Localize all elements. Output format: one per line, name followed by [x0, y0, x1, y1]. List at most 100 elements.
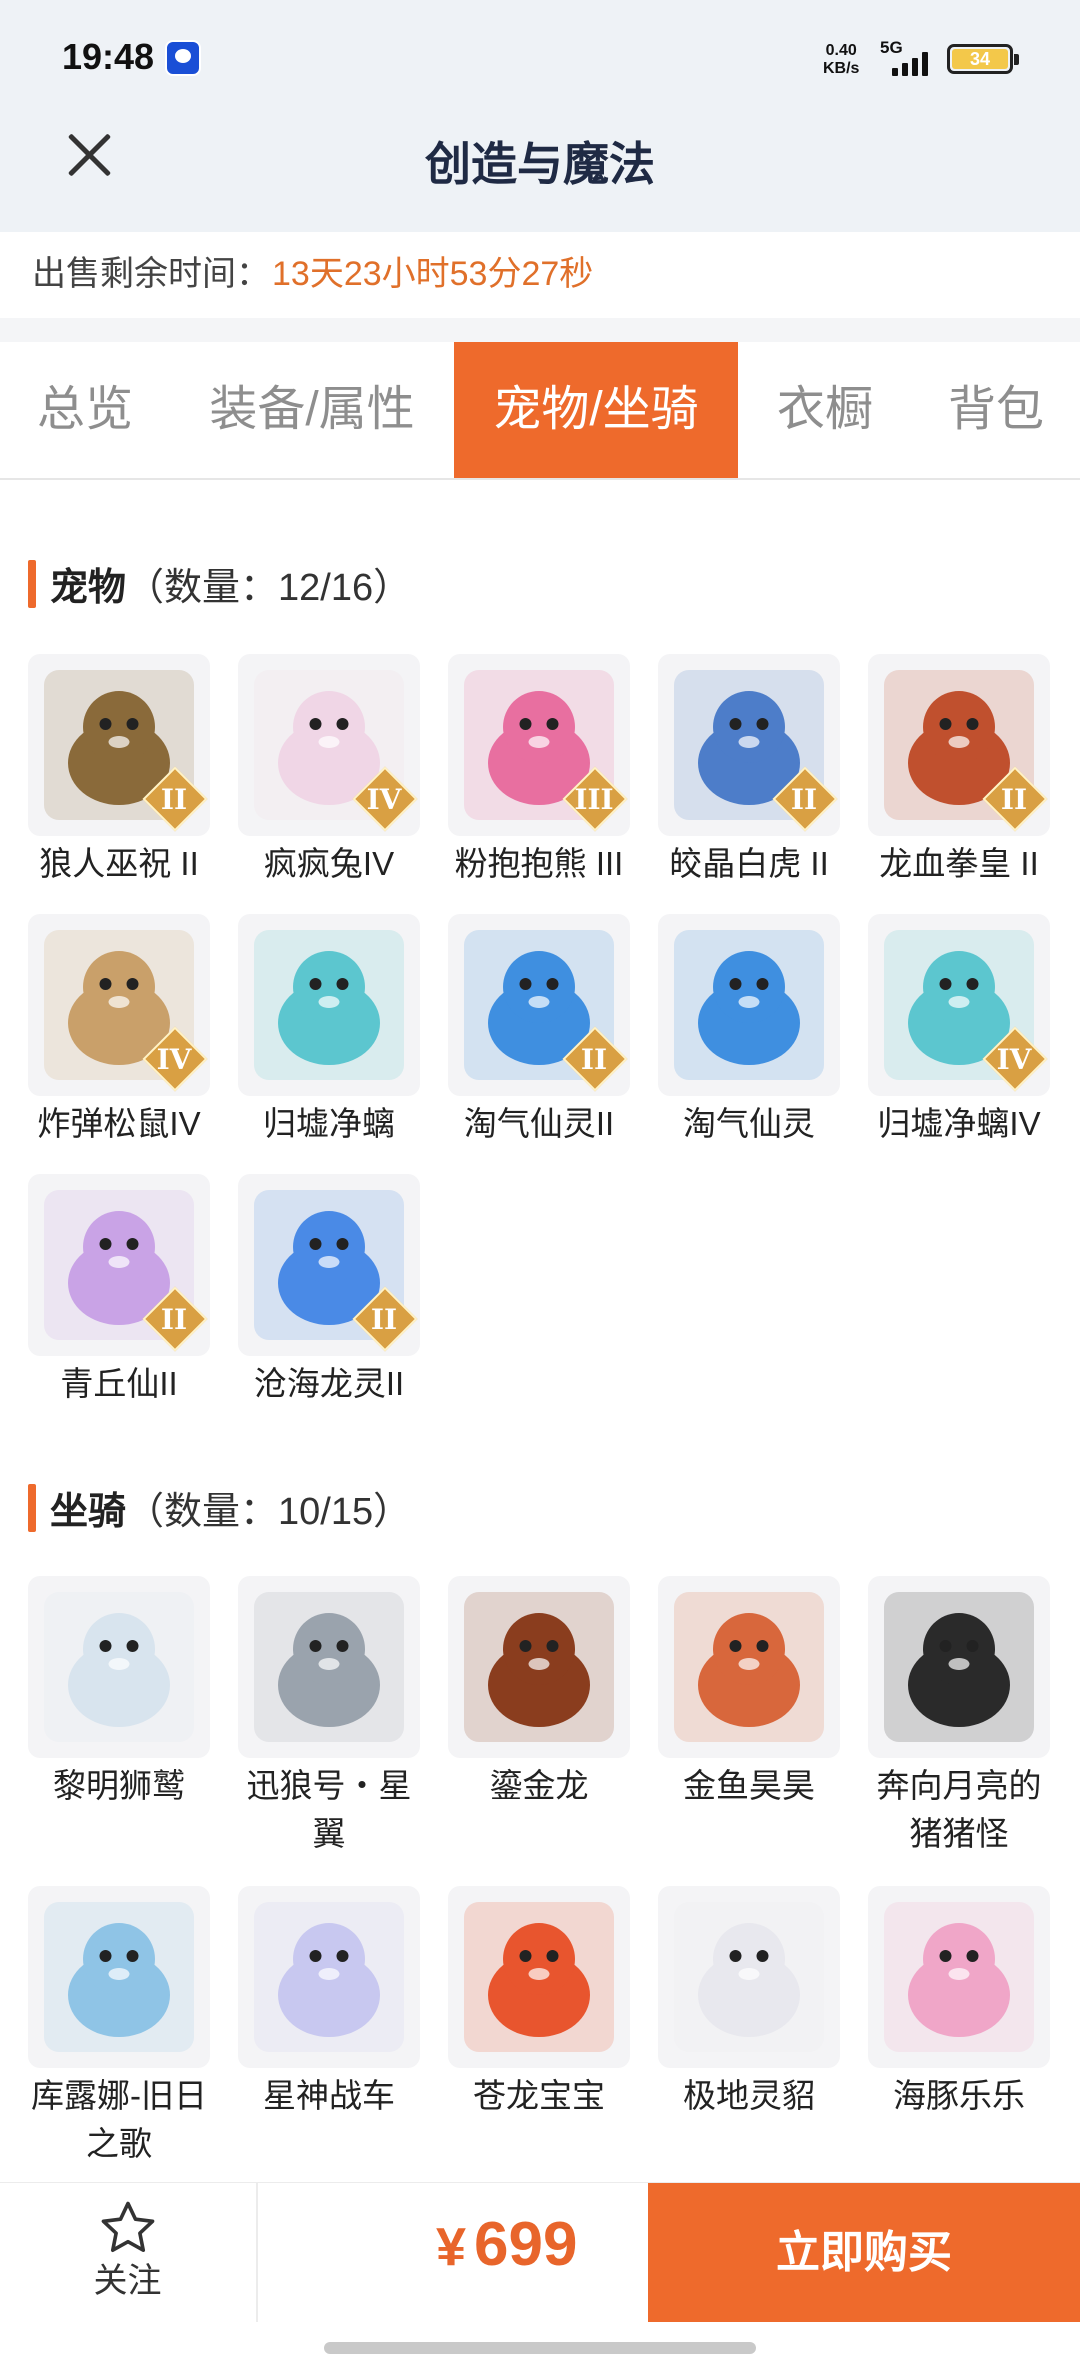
- mount-portrait: [658, 1576, 840, 1758]
- pet-item[interactable]: II 龙血拳皇 II: [868, 654, 1050, 888]
- pet-portrait: II: [448, 914, 630, 1096]
- price-currency: ¥: [436, 2217, 467, 2277]
- mount-portrait: [28, 1886, 210, 2068]
- pet-portrait: III: [448, 654, 630, 836]
- price-value: 699: [474, 2210, 578, 2279]
- pets-section-name: 宠物: [50, 567, 127, 609]
- mount-portrait: [658, 1886, 840, 2068]
- grade-badge-label: II: [160, 783, 188, 816]
- signal-icon: [892, 50, 928, 76]
- follow-label: 关注: [93, 2262, 162, 2300]
- pet-item[interactable]: II 淘气仙灵II: [448, 914, 630, 1148]
- mount-portrait-icon: [44, 1902, 194, 2052]
- tab-backpack[interactable]: 背包: [912, 342, 1080, 478]
- pet-item[interactable]: IV 疯疯兔IV: [238, 654, 420, 888]
- pet-portrait: [238, 914, 420, 1096]
- mount-name: 库露娜-旧日之歌: [31, 2077, 207, 2162]
- battery-icon: 34: [947, 44, 1019, 74]
- pet-name: 疯疯兔IV: [263, 845, 395, 882]
- pet-name: 淘气仙灵II: [463, 1105, 615, 1142]
- pets-section-title: 宠物（数量：12/16）: [28, 556, 411, 611]
- pet-portrait: II: [28, 654, 210, 836]
- pet-portrait: IV: [868, 914, 1050, 1096]
- mount-portrait-icon: [254, 1902, 404, 2052]
- sale-remaining-row: 出售剩余时间： 13天23小时53分27秒: [0, 232, 1080, 318]
- tab-equipment[interactable]: 装备/属性: [170, 342, 454, 478]
- mount-item[interactable]: 黎明狮鹫: [28, 1576, 210, 1810]
- grade-badge-label: IV: [996, 1043, 1032, 1076]
- pets-section-count: （数量：12/16）: [126, 567, 412, 609]
- mount-portrait: [448, 1576, 630, 1758]
- mount-name: 星神战车: [263, 2077, 395, 2114]
- grade-badge-label: II: [160, 1303, 188, 1336]
- buy-now-button[interactable]: 立即购买: [648, 2183, 1080, 2323]
- pet-item[interactable]: II 皎晶白虎 II: [658, 654, 840, 888]
- pet-item[interactable]: III 粉抱抱熊 III: [448, 654, 630, 888]
- pet-portrait: [658, 914, 840, 1096]
- status-time: 19:48: [62, 36, 155, 77]
- mount-portrait-icon: [884, 1592, 1034, 1742]
- mounts-section-count: （数量：10/15）: [126, 1491, 412, 1533]
- pet-portrait: II: [658, 654, 840, 836]
- tab-wardrobe[interactable]: 衣橱: [738, 342, 912, 478]
- section-accent-bar: [28, 1483, 36, 1532]
- tab-bar: 总览 装备/属性 宠物/坐骑 衣橱 背包: [0, 342, 1080, 480]
- section-accent-bar: [28, 559, 36, 608]
- sale-remaining-label: 出售剩余时间：: [32, 255, 270, 293]
- mount-portrait: [868, 1576, 1050, 1758]
- mount-portrait-icon: [464, 1592, 614, 1742]
- tab-pets-mounts[interactable]: 宠物/坐骑: [454, 342, 738, 478]
- mount-item[interactable]: 库露娜-旧日之歌: [28, 1886, 210, 2168]
- mount-item[interactable]: 鎏金龙: [448, 1576, 630, 1810]
- grade-badge-label: II: [580, 1043, 608, 1076]
- battery-level: 34: [952, 49, 1008, 69]
- mount-portrait-icon: [254, 1592, 404, 1742]
- pet-portrait: IV: [28, 914, 210, 1096]
- bottom-action-bar: 关注 ¥699 立即购买: [0, 2182, 1080, 2323]
- pet-item[interactable]: IV 炸弹松鼠IV: [28, 914, 210, 1148]
- mount-portrait: [448, 1886, 630, 2068]
- mount-portrait-icon: [674, 1592, 824, 1742]
- grade-badge-label: IV: [366, 783, 402, 816]
- pet-item[interactable]: II 沧海龙灵II: [238, 1174, 420, 1408]
- app-notification-icon: [165, 40, 201, 76]
- pet-item[interactable]: II 狼人巫祝 II: [28, 654, 210, 888]
- top-header: 19:48 0.40 KB/s 5G 34 创造与魔法: [0, 0, 1080, 232]
- pet-name: 归墟净螭: [263, 1105, 395, 1142]
- mount-item[interactable]: 星神战车: [238, 1886, 420, 2120]
- pet-name: 龙血拳皇 II: [879, 845, 1039, 882]
- pet-item[interactable]: 淘气仙灵: [658, 914, 840, 1148]
- mount-name: 苍龙宝宝: [473, 2077, 605, 2114]
- mount-name: 迅狼号・星翼: [246, 1767, 412, 1852]
- mount-item[interactable]: 苍龙宝宝: [448, 1886, 630, 2120]
- pet-item[interactable]: IV 归墟净螭IV: [868, 914, 1050, 1148]
- pet-name: 淘气仙灵: [683, 1105, 815, 1142]
- pet-item[interactable]: 归墟净螭: [238, 914, 420, 1148]
- pet-name: 皎晶白虎 II: [669, 845, 829, 882]
- grade-badge-label: IV: [156, 1043, 192, 1076]
- mount-portrait: [28, 1576, 210, 1758]
- pet-portrait: II: [868, 654, 1050, 836]
- pet-item[interactable]: II 青丘仙II: [28, 1174, 210, 1408]
- pet-portrait: II: [28, 1174, 210, 1356]
- follow-button[interactable]: 关注: [60, 2197, 195, 2312]
- mount-portrait-icon: [884, 1902, 1034, 2052]
- sale-remaining-value: 13天23小时53分27秒: [272, 255, 594, 293]
- star-icon: [101, 2201, 154, 2253]
- pet-name: 狼人巫祝 II: [39, 845, 199, 882]
- network-speed: 0.40 KB/s: [823, 42, 859, 78]
- mount-item[interactable]: 极地灵貂: [658, 1886, 840, 2120]
- mount-portrait: [238, 1886, 420, 2068]
- mount-item[interactable]: 奔向月亮的猪猪怪: [868, 1576, 1050, 1858]
- tab-overview[interactable]: 总览: [0, 342, 170, 478]
- mounts-section-name: 坐骑: [50, 1491, 127, 1533]
- mount-name: 极地灵貂: [683, 2077, 815, 2114]
- mount-item[interactable]: 海豚乐乐: [868, 1886, 1050, 2120]
- grade-badge-label: II: [1000, 783, 1028, 816]
- mount-item[interactable]: 迅狼号・星翼: [238, 1576, 420, 1858]
- mount-item[interactable]: 金鱼昊昊: [658, 1576, 840, 1810]
- pet-name: 粉抱抱熊 III: [454, 845, 624, 882]
- mount-name: 鎏金龙: [489, 1767, 589, 1804]
- mount-portrait-icon: [44, 1592, 194, 1742]
- home-indicator[interactable]: [324, 2342, 756, 2354]
